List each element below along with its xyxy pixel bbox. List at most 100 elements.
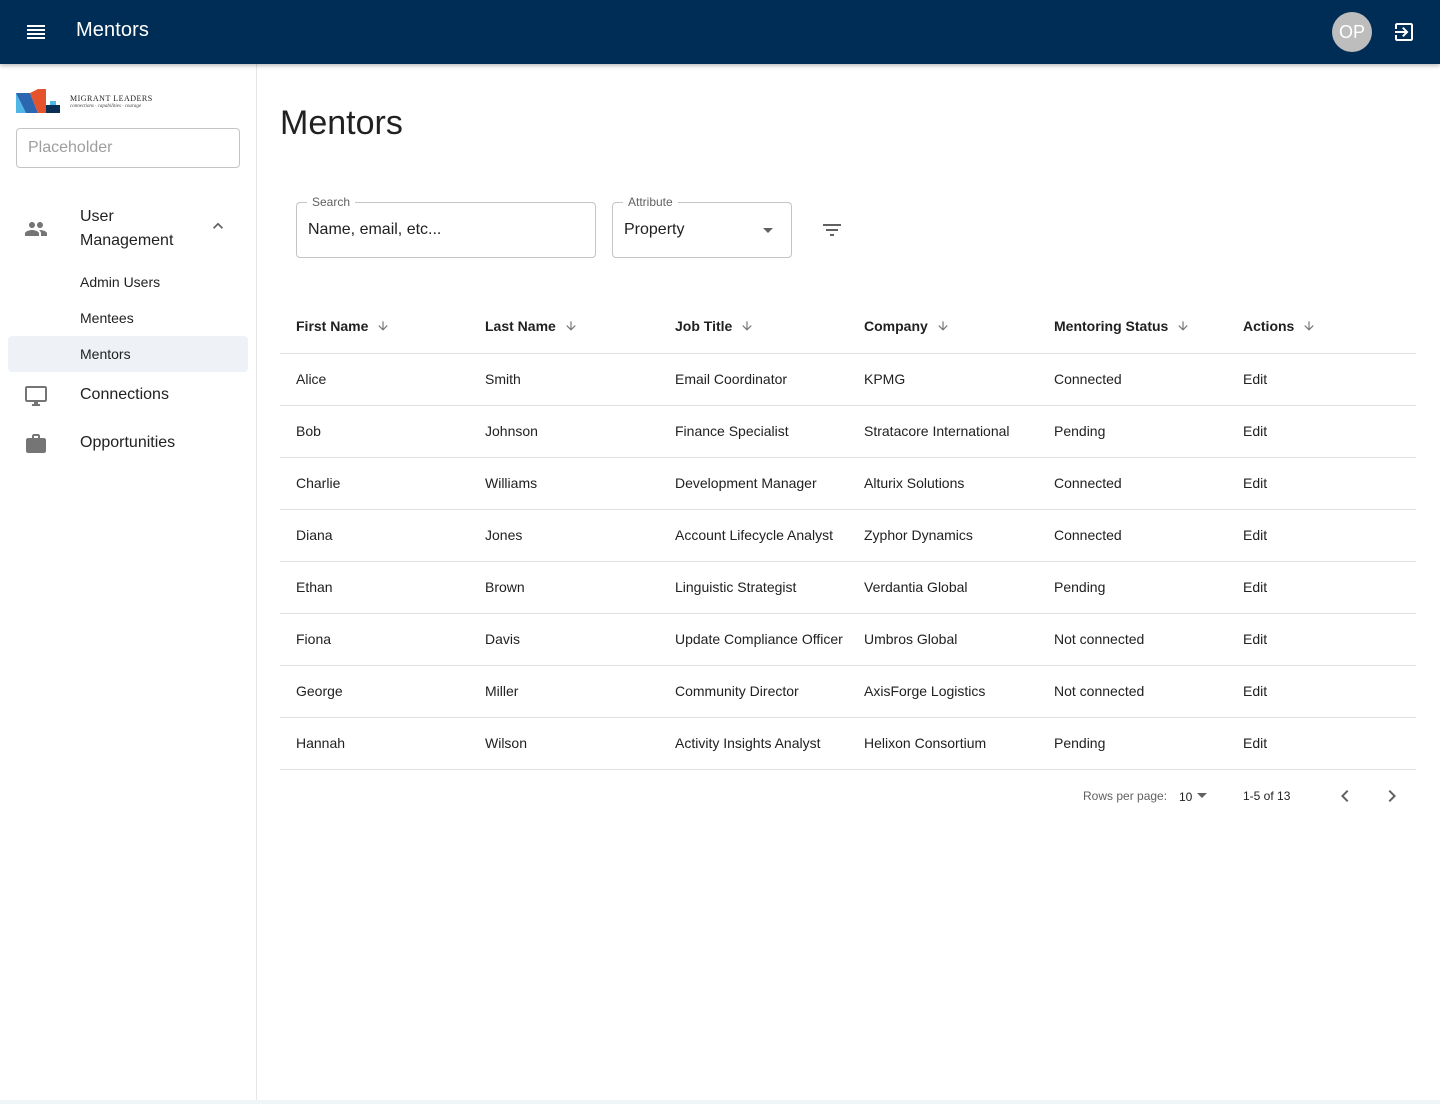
cell-last-name: Jones: [469, 509, 659, 562]
cell-last-name: Miller: [469, 665, 659, 718]
cell-last-name: Williams: [469, 457, 659, 510]
chevron-left-icon[interactable]: [1333, 784, 1357, 808]
sidebar-item-mentees[interactable]: Mentees: [8, 300, 248, 336]
cell-mentoring-status: Connected: [1038, 353, 1227, 406]
column-header-actions[interactable]: Actions: [1227, 300, 1416, 354]
people-icon: [25, 222, 47, 236]
cell-job-title: Activity Insights Analyst: [659, 717, 848, 770]
table-row: Bob Johnson Finance Specialist Stratacor…: [280, 405, 1416, 458]
bottom-divider: [0, 1100, 1440, 1104]
sidebar: MIGRANT LEADERS connections · capabiliti…: [0, 64, 257, 1104]
pagination-range: 1-5 of 13: [1243, 789, 1291, 803]
edit-link[interactable]: Edit: [1227, 405, 1416, 458]
sidebar-item-mentors[interactable]: Mentors: [8, 336, 248, 372]
cell-mentoring-status: Pending: [1038, 717, 1227, 770]
column-header-label: Last Name: [485, 318, 556, 335]
table-row: Ethan Brown Linguistic Strategist Verdan…: [280, 561, 1416, 614]
sort-arrow-icon: [1304, 321, 1315, 331]
cell-job-title: Account Lifecycle Analyst: [659, 509, 848, 562]
rows-per-page-label: Rows per page:: [1083, 789, 1168, 803]
attribute-select[interactable]: Attribute Property: [612, 195, 792, 258]
cell-company: Verdantia Global: [848, 561, 1038, 614]
logo-mark-icon: [16, 89, 60, 113]
avatar[interactable]: OP: [1332, 12, 1372, 52]
cell-first-name: Fiona: [280, 613, 469, 666]
cell-mentoring-status: Pending: [1038, 561, 1227, 614]
sidebar-item-label: Mentors: [80, 346, 131, 362]
column-header-label: Company: [864, 318, 928, 335]
cell-last-name: Brown: [469, 561, 659, 614]
filter-icon[interactable]: [816, 214, 848, 246]
cell-job-title: Update Compliance Officer: [659, 613, 848, 666]
logo-name: MIGRANT LEADERS: [70, 93, 153, 103]
cell-last-name: Smith: [469, 353, 659, 406]
cell-last-name: Wilson: [469, 717, 659, 770]
app-bar-title: Mentors: [76, 19, 149, 41]
cell-job-title: Finance Specialist: [659, 405, 848, 458]
sidebar-item-admin-users[interactable]: Admin Users: [8, 264, 248, 300]
column-header-label: Actions: [1243, 318, 1295, 335]
sidebar-group-label: User Management: [80, 208, 174, 249]
chevron-right-icon[interactable]: [1380, 784, 1404, 808]
cell-mentoring-status: Connected: [1038, 457, 1227, 510]
column-header-label: Mentoring Status: [1054, 318, 1169, 335]
cell-mentoring-status: Connected: [1038, 509, 1227, 562]
logout-icon[interactable]: [1392, 20, 1416, 44]
table-row: Fiona Davis Update Compliance Officer Um…: [280, 613, 1416, 666]
column-header-mentoring-status[interactable]: Mentoring Status: [1038, 300, 1227, 354]
attribute-label: Attribute: [623, 195, 678, 209]
column-header-label: First Name: [296, 318, 369, 335]
sidebar-group-user-management[interactable]: User Management: [0, 200, 256, 258]
table-row: George Miller Community Director AxisFor…: [280, 665, 1416, 718]
chevron-up-icon: [213, 222, 223, 229]
table-header-row: First Name Last Name Job Title Company M…: [280, 300, 1416, 354]
table-row: Hannah Wilson Activity Insights Analyst …: [280, 717, 1416, 770]
app-bar: Mentors OP: [0, 0, 1440, 64]
attribute-value: Property: [624, 221, 685, 238]
edit-link[interactable]: Edit: [1227, 353, 1416, 406]
rows-per-page-select[interactable]: 10: [1179, 786, 1215, 806]
table-row: Charlie Williams Development Manager Alt…: [280, 457, 1416, 510]
cell-mentoring-status: Pending: [1038, 405, 1227, 458]
cell-job-title: Community Director: [659, 665, 848, 718]
sort-arrow-icon: [566, 321, 576, 331]
search-field: Search: [296, 195, 596, 258]
column-header-job-title[interactable]: Job Title: [659, 300, 848, 354]
cell-first-name: Alice: [280, 353, 469, 406]
logo: MIGRANT LEADERS connections · capabiliti…: [16, 88, 166, 114]
edit-link[interactable]: Edit: [1227, 561, 1416, 614]
edit-link[interactable]: Edit: [1227, 717, 1416, 770]
cell-company: Zyphor Dynamics: [848, 509, 1038, 562]
cell-first-name: George: [280, 665, 469, 718]
sidebar-item-connections[interactable]: Connections: [0, 372, 256, 420]
sort-arrow-icon: [938, 321, 948, 331]
edit-link[interactable]: Edit: [1227, 509, 1416, 562]
column-header-last-name[interactable]: Last Name: [469, 300, 659, 354]
monitor-icon: [25, 386, 47, 406]
cell-mentoring-status: Not connected: [1038, 613, 1227, 666]
cell-first-name: Ethan: [280, 561, 469, 614]
column-header-first-name[interactable]: First Name: [280, 300, 469, 354]
cell-company: KPMG: [848, 353, 1038, 406]
cell-company: Alturix Solutions: [848, 457, 1038, 510]
column-header-company[interactable]: Company: [848, 300, 1038, 354]
cell-company: Umbros Global: [848, 613, 1038, 666]
column-header-label: Job Title: [675, 318, 733, 335]
edit-link[interactable]: Edit: [1227, 665, 1416, 718]
dropdown-arrow-icon: [763, 228, 773, 233]
logo-tagline: connections · capabilities · courage: [70, 103, 142, 109]
sidebar-item-opportunities[interactable]: Opportunities: [0, 420, 256, 468]
edit-link[interactable]: Edit: [1227, 613, 1416, 666]
edit-link[interactable]: Edit: [1227, 457, 1416, 510]
sidebar-search-input[interactable]: [16, 128, 240, 168]
menu-icon[interactable]: [24, 20, 48, 44]
search-input[interactable]: [297, 203, 595, 257]
sort-arrow-icon: [742, 321, 752, 331]
sidebar-item-label: Opportunities: [80, 434, 176, 451]
dropdown-arrow-icon: [1197, 793, 1207, 798]
cell-first-name: Charlie: [280, 457, 469, 510]
sidebar-item-label: Mentees: [80, 310, 134, 326]
cell-first-name: Diana: [280, 509, 469, 562]
table-row: Diana Jones Account Lifecycle Analyst Zy…: [280, 509, 1416, 562]
sidebar-item-label: Connections: [80, 386, 169, 403]
